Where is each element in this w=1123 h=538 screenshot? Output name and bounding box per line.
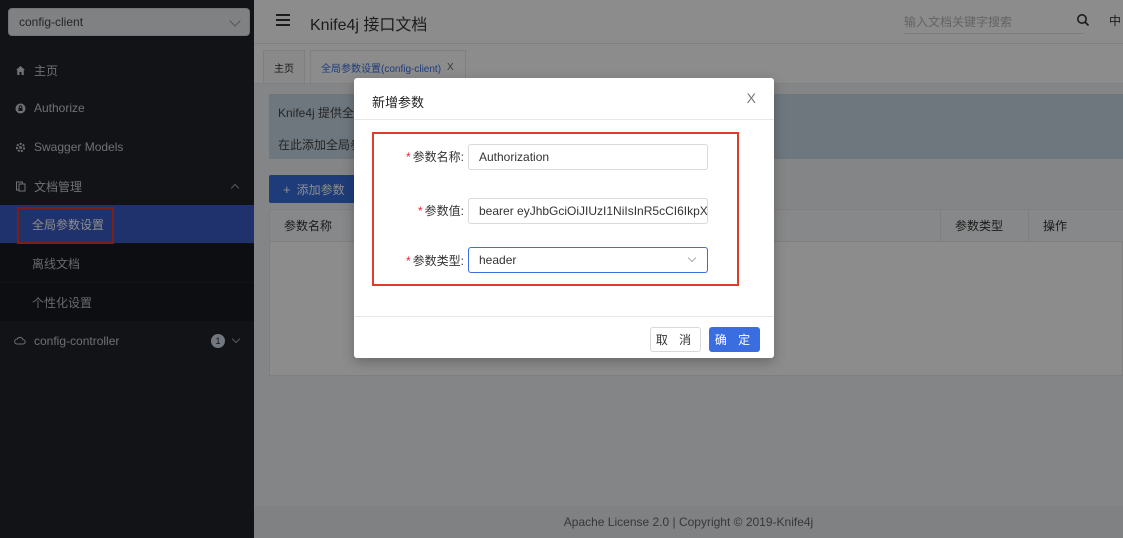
cancel-button[interactable]: 取 消 [650,327,701,352]
field-label: 参数值: [424,204,464,218]
close-icon[interactable]: X [747,90,756,106]
confirm-button[interactable]: 确 定 [709,327,760,352]
add-param-dialog: 新增参数 X * 参数名称: Authorization * 参数值: bearer… [354,78,774,358]
param-value-input[interactable]: bearer eyJhbGciOiJIUzI1NiIsInR5cCI6IkpXV… [468,198,708,224]
field-label: 参数类型: [412,254,464,268]
required-mark: * [405,254,411,268]
chevron-down-icon [687,253,697,263]
dialog-footer: 取 消 确 定 [354,316,774,358]
required-mark: * [405,150,411,164]
param-name-label: * 参数名称: [384,148,464,165]
field-label: 参数名称: [412,150,464,164]
param-name-input[interactable]: Authorization [468,144,708,170]
highlight-box: * 参数名称: Authorization * 参数值: bearer eyJhbG… [372,132,739,286]
param-type-select[interactable]: header [468,247,708,273]
dialog-header: 新增参数 X [354,78,774,120]
select-value: header [479,253,517,267]
param-value-label: * 参数值: [384,202,464,219]
param-type-label: * 参数类型: [384,252,464,269]
required-mark: * [417,204,423,218]
dialog-title: 新增参数 [372,95,425,110]
